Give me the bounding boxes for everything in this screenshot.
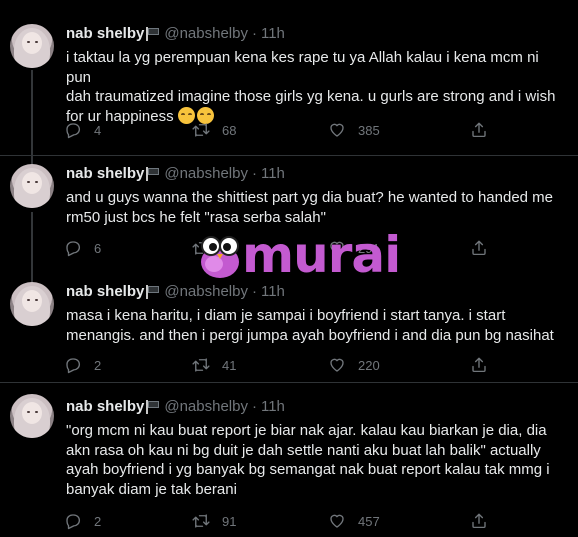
like-button[interactable]: 220 (328, 355, 380, 375)
separator-dot: · (251, 165, 257, 182)
black-flag-icon (146, 167, 160, 181)
tweet-actions: 2 41 220 (64, 355, 504, 375)
share-button[interactable] (470, 238, 488, 258)
avatar[interactable] (10, 282, 54, 326)
tweet-text: and u guys wanna the shittiest part yg d… (66, 189, 554, 226)
like-button[interactable]: 385 (328, 120, 380, 140)
display-name[interactable]: nab shelby (66, 24, 144, 44)
handle[interactable]: @nabshelby (164, 24, 248, 44)
reply-button[interactable]: 2 (64, 355, 101, 375)
like-count: 220 (358, 357, 380, 373)
retweet-button[interactable]: 91 (192, 511, 236, 531)
retweet-count: 91 (222, 513, 237, 529)
murai-logo-text: murai (242, 226, 401, 284)
reply-count: 6 (94, 240, 102, 256)
reply-button[interactable]: 4 (64, 120, 101, 140)
tweet-actions: 2 91 457 (64, 511, 504, 531)
handle[interactable]: @nabshelby (164, 164, 248, 184)
timestamp[interactable]: 11h (261, 397, 285, 417)
display-name[interactable]: nab shelby (66, 164, 144, 184)
tweet-3[interactable]: nab shelby @nabshelby · 11h masa i kena … (0, 274, 578, 382)
reply-button[interactable]: 6 (64, 238, 101, 258)
reply-count: 2 (94, 513, 102, 529)
tweet-1[interactable]: nab shelby @nabshelby · 11h i taktau la … (0, 0, 578, 156)
heart-icon (330, 358, 344, 372)
timestamp[interactable]: 11h (261, 164, 285, 184)
timestamp[interactable]: 11h (261, 24, 285, 44)
retweet-icon (192, 514, 210, 528)
separator-dot: · (251, 398, 257, 415)
heart-icon (330, 123, 344, 137)
tweet-text-content: i taktau la yg perempuan kena kes rape t… (66, 49, 556, 125)
avatar[interactable] (10, 164, 54, 208)
retweet-icon (192, 123, 210, 137)
reply-count: 2 (94, 357, 102, 373)
reply-icon (66, 123, 81, 139)
tweet-header: nab shelby @nabshelby · 11h (66, 164, 285, 184)
bird-mascot-icon (201, 236, 239, 278)
separator-dot: · (251, 25, 257, 42)
share-icon (472, 122, 486, 138)
retweet-icon (192, 358, 210, 372)
retweet-button[interactable]: 68 (192, 120, 236, 140)
retweet-button[interactable]: 41 (192, 355, 236, 375)
black-flag-icon (146, 285, 160, 299)
handle[interactable]: @nabshelby (164, 397, 248, 417)
reply-icon (66, 514, 81, 530)
tweet-4[interactable]: nab shelby @nabshelby · 11h "org mcm ni … (0, 383, 578, 537)
share-button[interactable] (470, 511, 488, 531)
reply-icon (66, 358, 81, 374)
tweet-header: nab shelby @nabshelby · 11h (66, 24, 285, 44)
tweet-text: masa i kena haritu, i diam je sampai i b… (66, 307, 554, 344)
share-icon (472, 357, 486, 373)
display-name[interactable]: nab shelby (66, 282, 144, 302)
murai-watermark: murai (196, 228, 406, 288)
black-flag-icon (146, 27, 160, 41)
tweet-text: i taktau la yg perempuan kena kes rape t… (66, 48, 566, 126)
reply-icon (66, 241, 81, 257)
reply-count: 4 (94, 122, 102, 138)
share-button[interactable] (470, 120, 488, 140)
heart-icon (330, 514, 344, 528)
like-count: 385 (358, 122, 380, 138)
reply-button[interactable]: 2 (64, 511, 101, 531)
share-icon (472, 240, 486, 256)
retweet-count: 68 (222, 122, 237, 138)
like-button[interactable]: 457 (328, 511, 380, 531)
like-count: 457 (358, 513, 380, 529)
tweet-text: "org mcm ni kau buat report je biar nak … (66, 422, 550, 498)
tweet-actions: 4 68 385 (64, 120, 504, 140)
avatar[interactable] (10, 394, 54, 438)
display-name[interactable]: nab shelby (66, 397, 144, 417)
share-button[interactable] (470, 355, 488, 375)
tweet-header: nab shelby @nabshelby · 11h (66, 397, 285, 417)
black-flag-icon (146, 400, 160, 414)
retweet-count: 41 (222, 357, 237, 373)
share-icon (472, 513, 486, 529)
avatar[interactable] (10, 24, 54, 68)
